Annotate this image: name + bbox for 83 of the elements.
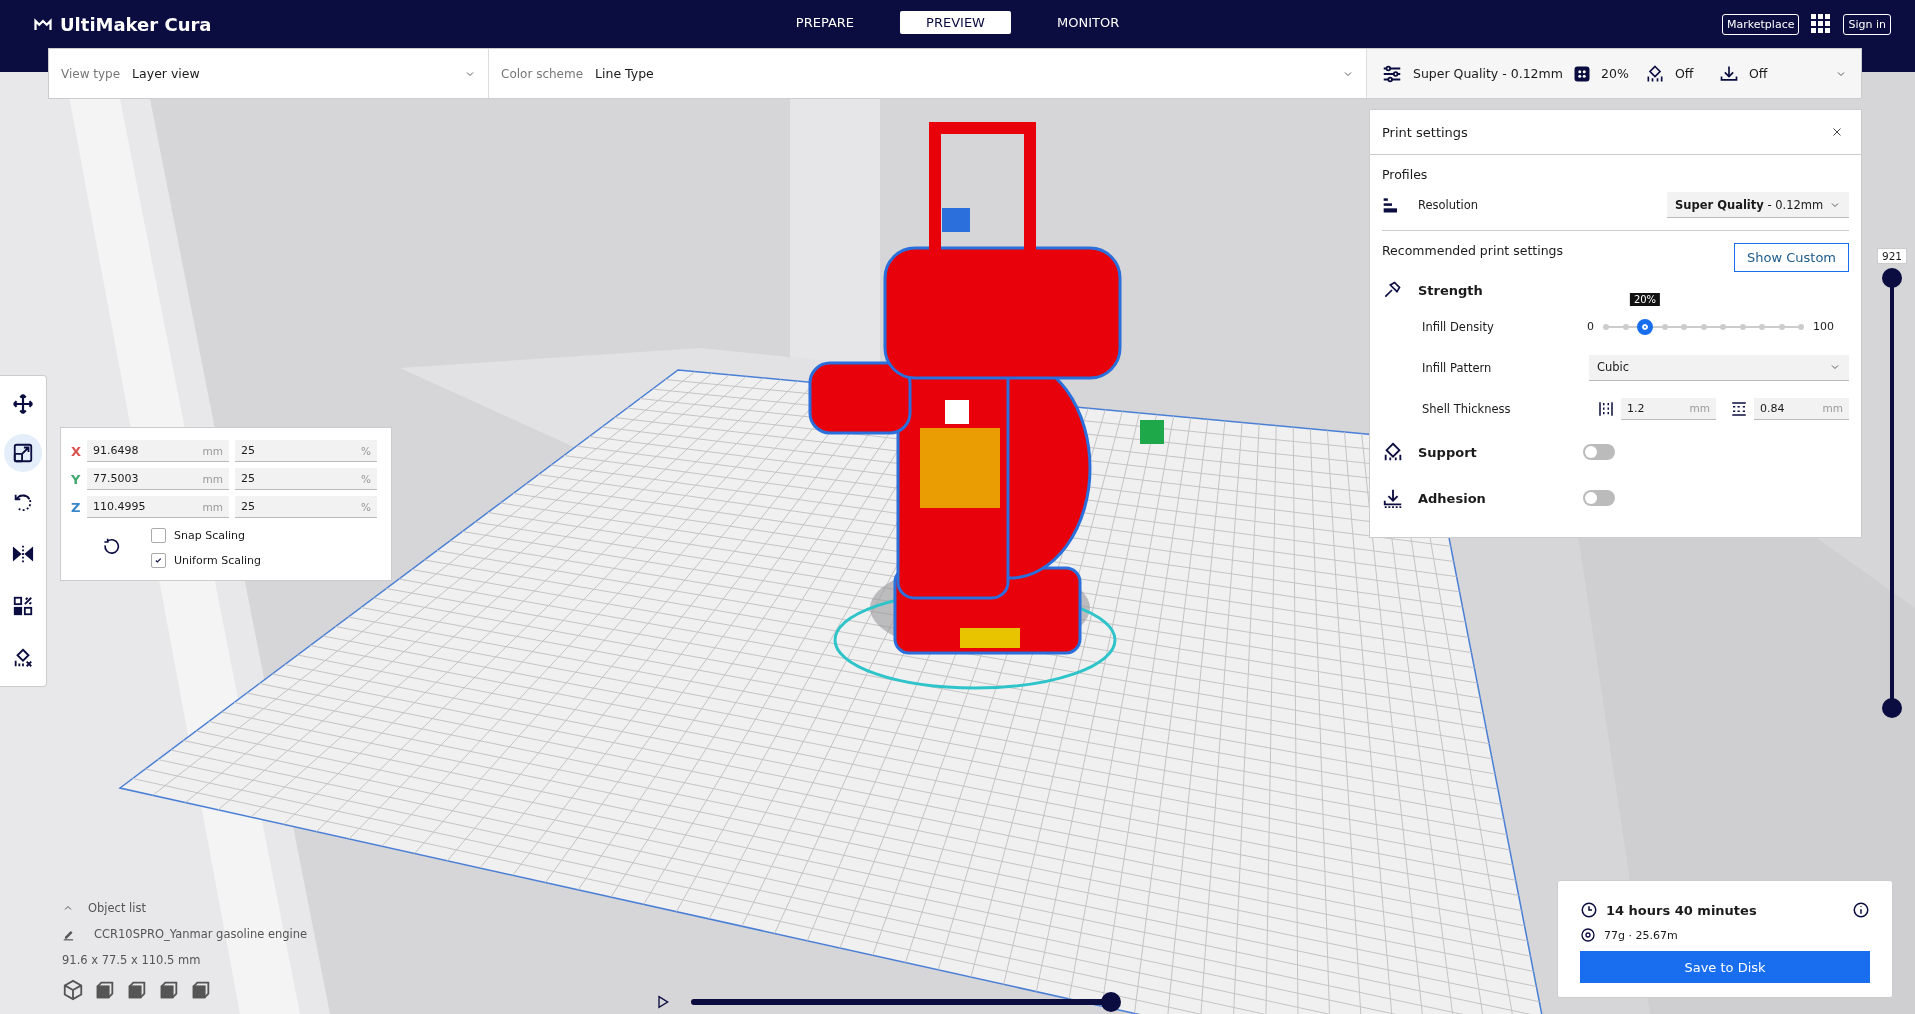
info-icon[interactable] xyxy=(1852,901,1870,919)
setting-label: Shell Thickness xyxy=(1421,401,1512,416)
app-name: UltiMaker Cura xyxy=(60,13,212,35)
percent-field[interactable]: 25 % xyxy=(235,440,377,462)
infill-icon xyxy=(1573,64,1591,83)
section-title: Profiles xyxy=(1382,167,1429,182)
tool-button[interactable] xyxy=(4,434,42,472)
percent-field[interactable]: 25 % xyxy=(235,468,377,490)
cube-icon[interactable] xyxy=(62,979,84,1001)
category-title: Adhesion xyxy=(1418,490,1487,506)
mirror-icon[interactable] xyxy=(12,543,34,565)
support-summary: Off xyxy=(1675,66,1695,81)
object-list-toggle[interactable]: Object list xyxy=(88,901,146,915)
object-dimensions: 91.6 x 77.5 x 110.5 mm xyxy=(62,953,202,967)
checkbox-label: Uniform Scaling xyxy=(174,554,262,567)
spool-icon xyxy=(1580,927,1596,943)
axis-label: Z xyxy=(71,499,81,515)
top-bottom-thickness-icon xyxy=(1730,399,1748,418)
section-title: Recommended print settings xyxy=(1382,243,1564,258)
save-to-disk-button[interactable]: Save to Disk xyxy=(1580,951,1870,983)
support-blocker-icon[interactable] xyxy=(12,647,34,669)
slider-min: 0 xyxy=(1587,320,1594,333)
cube-icon[interactable] xyxy=(126,979,148,1001)
support-icon xyxy=(1645,63,1665,84)
grid-settings-icon[interactable] xyxy=(12,595,34,617)
apps-grid-icon[interactable] xyxy=(1811,14,1832,34)
sign-in-button[interactable]: Sign in xyxy=(1843,13,1891,35)
stage-tab[interactable]: PREVIEW xyxy=(900,11,1011,34)
infill-pattern-dropdown[interactable]: Cubic xyxy=(1589,354,1849,381)
show-custom-button[interactable]: Show Custom xyxy=(1734,243,1849,272)
layer-number: 921 xyxy=(1877,248,1908,264)
wall-thickness-field[interactable]: 1.2 mm xyxy=(1621,397,1716,420)
cube-icon[interactable] xyxy=(190,979,212,1001)
axis-label: X xyxy=(71,443,81,459)
checkbox[interactable] xyxy=(151,528,166,543)
adhesion-summary: Off xyxy=(1749,66,1768,81)
wall-thickness-icon xyxy=(1597,399,1615,418)
clock-icon xyxy=(1580,901,1598,919)
setting-label: Infill Density xyxy=(1421,319,1495,334)
hammer-icon xyxy=(1382,280,1402,300)
category-title: Strength xyxy=(1418,282,1483,298)
infill-summary: 20% xyxy=(1601,66,1630,81)
move-icon[interactable] xyxy=(12,393,34,415)
size-field[interactable]: 110.4995 mm xyxy=(87,496,229,518)
resolution-dropdown[interactable]: Super Quality - 0.12mm xyxy=(1667,192,1849,218)
profile-summary[interactable]: Super Quality - 0.12mm xyxy=(1413,66,1563,81)
size-field[interactable]: 77.5003 mm xyxy=(87,468,229,490)
marketplace-button[interactable]: Marketplace xyxy=(1722,13,1800,35)
scale-icon[interactable] xyxy=(12,442,34,464)
checkbox[interactable] xyxy=(151,553,166,568)
support-toggle[interactable] xyxy=(1583,444,1615,460)
play-icon[interactable] xyxy=(655,994,671,1010)
stage-tab[interactable]: PREPARE xyxy=(769,11,881,34)
support-icon xyxy=(1382,441,1404,463)
slider-thumb[interactable] xyxy=(1637,318,1653,335)
adhesion-icon xyxy=(1382,487,1404,509)
object-name[interactable]: CCR10SPRO_Yanmar gasoline engine xyxy=(94,927,308,941)
adhesion-toggle[interactable] xyxy=(1583,490,1615,506)
cube-icon[interactable] xyxy=(158,979,180,1001)
setting-label: Infill Pattern xyxy=(1421,360,1493,375)
checkbox-label: Snap Scaling xyxy=(174,529,245,542)
material-estimate: 77g · 25.67m xyxy=(1604,928,1678,942)
logo-icon xyxy=(32,15,54,33)
print-time: 14 hours 40 minutes xyxy=(1606,902,1757,918)
close-icon xyxy=(1831,125,1843,138)
axis-label: Y xyxy=(71,471,81,487)
size-field[interactable]: 91.6498 mm xyxy=(87,440,229,462)
panel-title: Print settings xyxy=(1382,124,1468,140)
check-icon xyxy=(154,556,163,565)
setting-label: Resolution xyxy=(1418,198,1479,212)
reset-icon[interactable] xyxy=(101,536,121,557)
color-scheme-dropdown[interactable]: Line Type xyxy=(595,66,1330,81)
category-title: Support xyxy=(1418,444,1478,460)
slider-max: 100 xyxy=(1813,320,1834,333)
percent-field[interactable]: 25 % xyxy=(235,496,377,518)
cube-icon[interactable] xyxy=(94,979,116,1001)
top-bottom-thickness-field[interactable]: 0.84 mm xyxy=(1754,397,1849,420)
stage-tab[interactable]: MONITOR xyxy=(1030,11,1146,34)
color-scheme-label: Color scheme xyxy=(501,66,584,81)
view-type-label: View type xyxy=(61,66,121,81)
view-type-dropdown[interactable]: Layer view xyxy=(132,66,452,81)
value-tooltip: 20% xyxy=(1629,292,1661,306)
layer-slider[interactable] xyxy=(1882,268,1902,718)
